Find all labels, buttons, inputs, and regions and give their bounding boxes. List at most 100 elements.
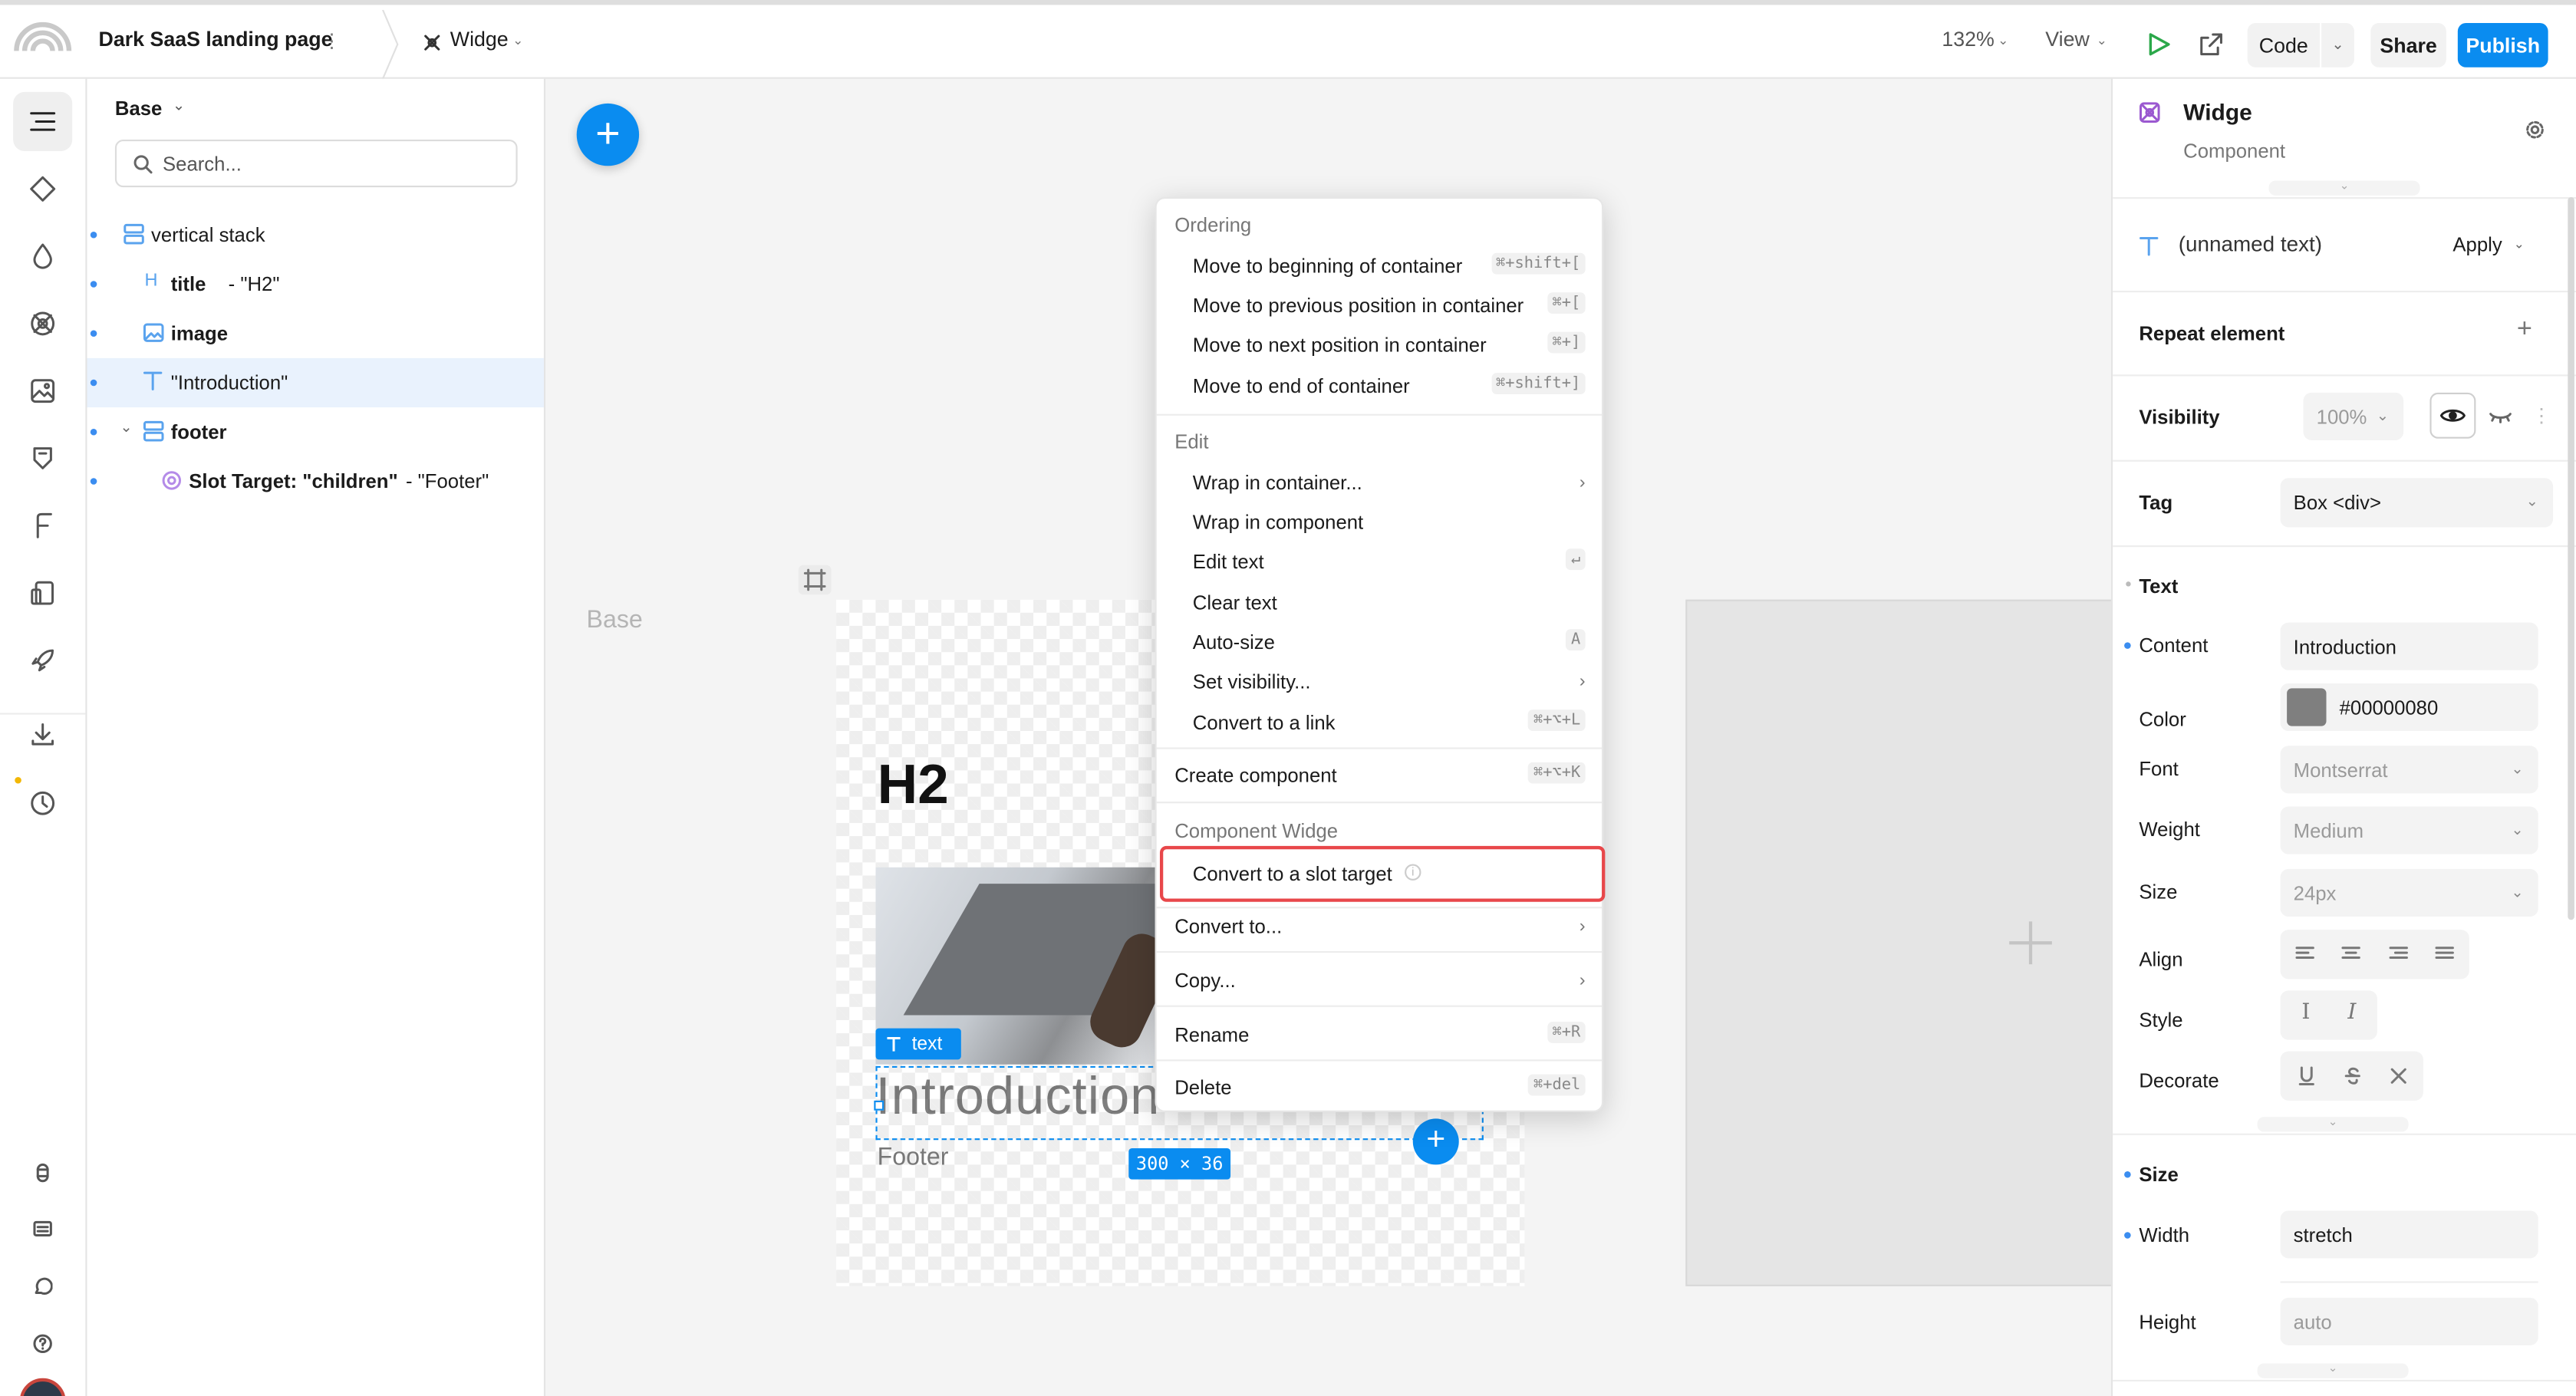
play-icon[interactable] [2147, 33, 2170, 56]
add-icon[interactable] [2006, 918, 2055, 967]
menu-item-create-component[interactable]: Create component ⌘+⌥+K [1157, 757, 1602, 793]
element-name[interactable]: (unnamed text) [2179, 232, 2322, 256]
tree-row-footer[interactable]: ⌄ footer [87, 407, 544, 456]
avatar[interactable] [19, 1378, 66, 1396]
heading-icon: H [144, 271, 158, 291]
height-input[interactable]: auto [2280, 1297, 2538, 1345]
panel-scrollbar[interactable] [2568, 196, 2574, 920]
diamond-icon[interactable] [13, 160, 72, 219]
component-title[interactable]: Widge [2183, 98, 2252, 124]
menu-item-clear-text[interactable]: Clear text [1157, 584, 1602, 621]
menu-item-move-to-beginning[interactable]: Move to beginning of container ⌘+shift+[ [1157, 248, 1602, 284]
heading-h2[interactable]: H2 [878, 754, 949, 818]
collapse-handle[interactable]: ⌄ [2257, 1363, 2409, 1378]
menu-item-rename[interactable]: Rename ⌘+R [1157, 1017, 1602, 1053]
visible-toggle[interactable] [2429, 392, 2476, 439]
apply-menu[interactable]: Apply [2452, 233, 2502, 256]
frame-label[interactable]: Base [587, 606, 643, 634]
chevron-down-icon: ⌄ [2513, 236, 2525, 252]
menu-item-convert-to[interactable]: Convert to... › [1157, 908, 1602, 944]
menu-item-move-to-end[interactable]: Move to end of container ⌘+shift+] [1157, 368, 1602, 404]
droplet-icon[interactable] [13, 227, 72, 286]
arena-selector[interactable]: Base [115, 97, 162, 120]
tree-row-vertical-stack[interactable]: vertical stack [87, 210, 544, 259]
footer-text[interactable]: Footer [878, 1144, 949, 1171]
menu-item-edit-text[interactable]: Edit text ↵ [1157, 544, 1602, 580]
tag-select[interactable]: Box <div> ⌄ [2280, 478, 2554, 528]
open-external-icon[interactable] [2200, 33, 2223, 56]
chevron-down-icon[interactable]: ⌄ [120, 419, 132, 437]
code-dropdown-button[interactable]: ⌄ [2321, 22, 2354, 67]
figma-import-icon[interactable] [13, 1144, 72, 1203]
menu-item-label: Move to previous position in container [1192, 294, 1524, 318]
history-icon[interactable] [13, 774, 72, 833]
tree-row-title[interactable]: H title - "H2" [87, 259, 544, 308]
content-input[interactable]: Introduction [2280, 622, 2538, 670]
project-title[interactable]: Dark SaaS landing page [98, 28, 332, 51]
font-select[interactable]: Montserrat ⌄ [2280, 746, 2538, 794]
help-icon[interactable] [13, 1314, 72, 1373]
gear-icon[interactable] [2525, 120, 2545, 140]
code-button[interactable]: Code [2247, 22, 2320, 67]
tree-row-dot [90, 330, 97, 337]
info-icon[interactable]: i [1405, 864, 1421, 881]
tokens-icon[interactable] [13, 429, 72, 488]
color-swatch[interactable] [2287, 688, 2327, 726]
font-size-select[interactable]: 24px ⌄ [2280, 868, 2538, 917]
project-menu-icon[interactable]: ⋮ [322, 30, 342, 53]
insert-after-button[interactable]: + [1412, 1118, 1459, 1165]
menu-item-wrap-in-container[interactable]: Wrap in container... › [1157, 465, 1602, 501]
menu-item-delete[interactable]: Delete ⌘+del [1157, 1069, 1602, 1105]
collapse-handle[interactable]: ⌄ [2257, 1117, 2409, 1132]
align-right-icon[interactable] [2389, 947, 2409, 963]
menu-item-convert-to-slot-target[interactable]: Convert to a slot target i [1157, 856, 1602, 892]
rocket-icon[interactable] [13, 631, 72, 690]
introduction-text[interactable]: Introduction [875, 1066, 1160, 1127]
keyboard-icon[interactable] [13, 1199, 72, 1258]
menu-item-move-to-next[interactable]: Move to next position in container ⌘+] [1157, 327, 1602, 363]
components-icon[interactable] [13, 294, 72, 353]
width-input[interactable]: stretch [2280, 1210, 2538, 1259]
fonts-icon[interactable] [13, 496, 72, 555]
close-icon[interactable] [2389, 1066, 2409, 1086]
tree-row-image[interactable]: image [87, 309, 544, 358]
view-menu[interactable]: View [2045, 28, 2090, 51]
align-center-icon[interactable] [2341, 947, 2361, 963]
resize-handle[interactable] [874, 1100, 884, 1111]
image-icon[interactable] [13, 361, 72, 420]
share-button[interactable]: Share [2370, 22, 2446, 67]
menu-item-copy[interactable]: Copy... › [1157, 963, 1602, 999]
italic-serif-icon[interactable]: I [2301, 1000, 2310, 1025]
italic-icon[interactable]: I [2347, 1000, 2356, 1025]
menu-item-wrap-in-component[interactable]: Wrap in component [1157, 504, 1602, 540]
tree-row-introduction-selected[interactable]: "Introduction" [87, 357, 544, 408]
menu-item-convert-to-link[interactable]: Convert to a link ⌘+⌥+L [1157, 705, 1602, 741]
publish-button[interactable]: Publish [2457, 22, 2548, 67]
responsive-icon[interactable] [13, 564, 72, 623]
align-left-icon[interactable] [2295, 947, 2315, 963]
hidden-toggle[interactable] [2478, 393, 2524, 439]
menu-item-auto-size[interactable]: Auto-size A [1157, 624, 1602, 660]
search-input[interactable]: Search... [114, 140, 518, 188]
empty-frame[interactable] [1685, 599, 2111, 1286]
weight-select[interactable]: Medium ⌄ [2280, 806, 2538, 854]
underline-icon[interactable] [2297, 1066, 2317, 1086]
chat-icon[interactable] [13, 1256, 72, 1315]
download-icon[interactable] [13, 705, 72, 764]
menu-item-move-to-previous[interactable]: Move to previous position in container ⌘… [1157, 288, 1602, 324]
opacity-select[interactable]: 100% ⌄ [2303, 392, 2404, 440]
collapse-handle[interactable]: ⌄ [2268, 180, 2420, 196]
component-switcher[interactable]: Widge [450, 28, 509, 51]
menu-item-shortcut: ⌘+[ [1547, 292, 1586, 314]
menu-item-set-visibility[interactable]: Set visibility... › [1157, 663, 1602, 700]
add-element-button[interactable]: + [576, 103, 640, 166]
outline-tab[interactable] [13, 91, 73, 152]
add-repeat-button[interactable]: + [2517, 315, 2532, 345]
rainbow-logo-icon[interactable] [13, 18, 72, 54]
align-justify-icon[interactable] [2435, 947, 2455, 963]
strikethrough-icon[interactable] [2343, 1066, 2363, 1086]
tree-row-slot-target[interactable]: Slot Target: "children" - "Footer" [87, 456, 544, 505]
frame-settings-icon[interactable] [798, 565, 832, 595]
more-icon[interactable]: ⋮ [2532, 404, 2551, 427]
zoom-level[interactable]: 132% [1942, 28, 1994, 51]
